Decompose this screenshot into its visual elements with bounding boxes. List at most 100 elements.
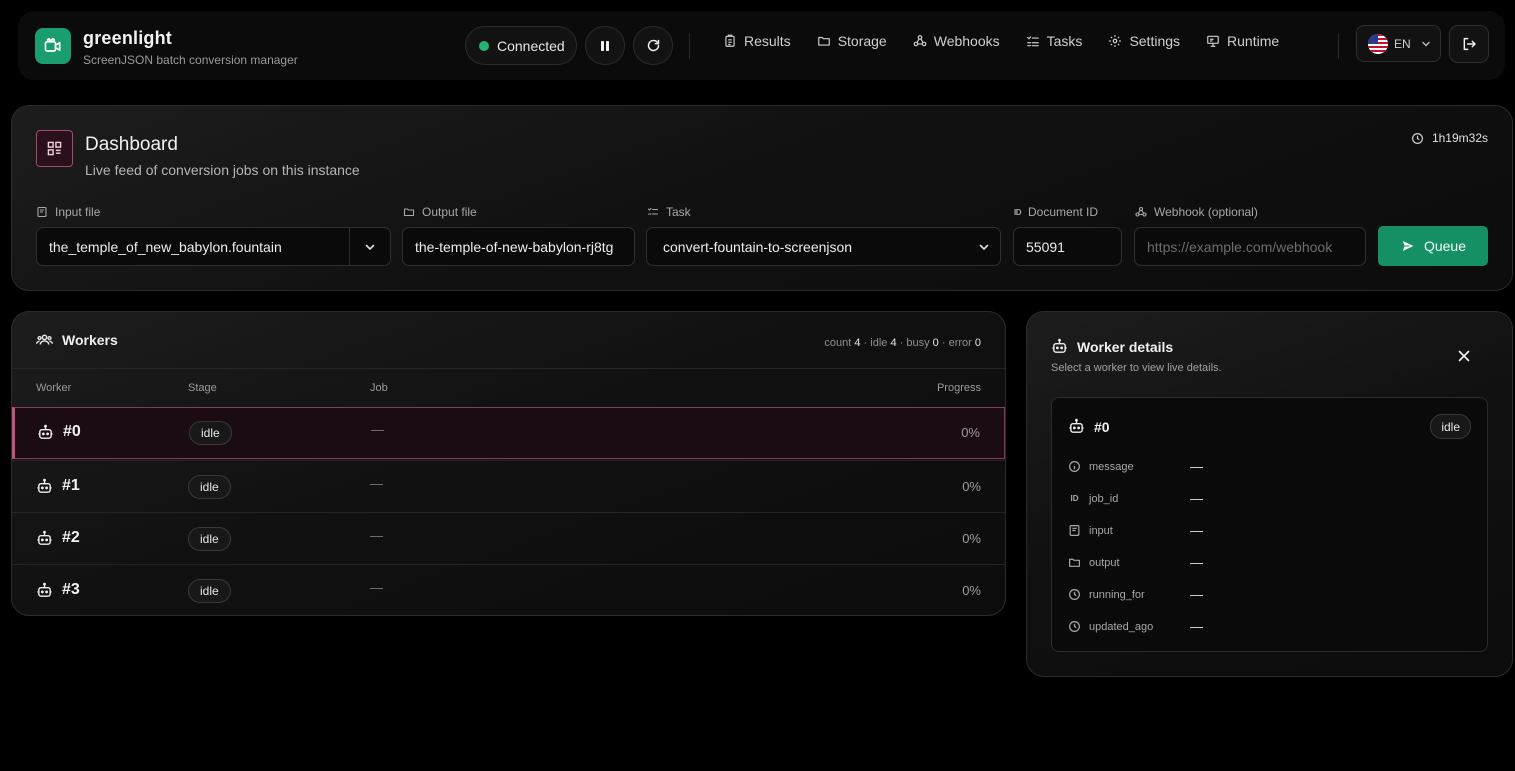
progress-cell: 0% — [962, 479, 981, 494]
chevron-down-icon — [979, 244, 989, 251]
monitor-icon — [1207, 35, 1219, 47]
detail-row-input: input — — [1068, 523, 1203, 538]
nav-webhooks[interactable]: Webhooks — [913, 32, 1000, 50]
worker-details-panel: Worker details Select a worker to view l… — [1026, 311, 1513, 677]
details-title: Worker details — [1077, 338, 1174, 355]
progress-cell: 0% — [962, 583, 981, 598]
nav-storage[interactable]: Storage — [817, 32, 887, 50]
table-row[interactable]: #2 idle — 0% — [12, 512, 1005, 564]
column-header-job: Job — [370, 382, 388, 394]
details-subtitle: Select a worker to view live details. — [1051, 362, 1222, 374]
progress-cell: 0% — [961, 425, 980, 440]
output-file-label: Output file — [403, 205, 477, 219]
job-cell: — — [370, 580, 383, 595]
status-badge: idle — [189, 421, 232, 445]
connection-status: Connected — [465, 26, 577, 65]
robot-icon — [37, 582, 52, 597]
brand-name: greenlight — [83, 28, 173, 48]
dashboard-panel: Dashboard Live feed of conversion jobs o… — [11, 105, 1513, 291]
close-icon — [1458, 350, 1470, 362]
document-id-label: ID Document ID — [1014, 205, 1099, 219]
uptime-value: 1h19m32s — [1431, 131, 1488, 145]
refresh-button[interactable] — [633, 26, 673, 65]
divider — [12, 368, 1005, 369]
chevron-down-icon — [365, 244, 375, 250]
clipboard-icon — [725, 34, 735, 47]
queue-button[interactable]: Queue — [1378, 226, 1488, 266]
task-label: Task — [647, 205, 691, 219]
output-file-input[interactable]: the-temple-of-new-babylon-rj8tg — [402, 227, 635, 266]
folder-icon — [403, 208, 415, 217]
nav-tasks[interactable]: Tasks — [1026, 32, 1082, 50]
webhook-icon — [913, 35, 927, 47]
divider — [1338, 33, 1339, 59]
table-row[interactable]: #3 idle — 0% — [12, 564, 1005, 616]
input-file-select[interactable]: the_temple_of_new_babylon.fountain — [36, 227, 391, 266]
users-icon — [36, 334, 53, 345]
worker-id: #2 — [62, 529, 80, 546]
file-icon — [37, 206, 47, 218]
close-button[interactable] — [1456, 348, 1472, 364]
job-cell: — — [370, 528, 383, 543]
connected-dot-icon — [479, 40, 489, 51]
status-badge: idle — [188, 527, 231, 551]
status-badge: idle — [188, 475, 231, 499]
robot-icon — [37, 530, 52, 545]
robot-icon — [1069, 418, 1084, 433]
chevron-down-icon — [1421, 41, 1430, 46]
connection-label: Connected — [497, 37, 565, 54]
status-badge: idle — [1430, 414, 1471, 439]
column-header-worker: Worker — [36, 382, 72, 394]
language-code: EN — [1394, 36, 1411, 51]
uptime: 1h19m32s — [1411, 131, 1488, 145]
task-select[interactable]: convert-fountain-to-screenjson — [646, 227, 1001, 266]
logout-button[interactable] — [1449, 25, 1489, 63]
detail-row-message: message — — [1068, 459, 1203, 474]
logout-icon — [1463, 37, 1476, 51]
column-header-stage: Stage — [188, 382, 217, 394]
folder-icon — [1069, 558, 1080, 567]
detail-row-updated-ago: updated_ago — — [1068, 619, 1203, 634]
page-title: Dashboard — [85, 134, 178, 155]
clock-icon — [1069, 621, 1080, 632]
list-check-icon — [1026, 36, 1039, 47]
table-row[interactable]: #0 idle — 0% — [12, 407, 1005, 459]
input-file-dropdown-button[interactable] — [349, 228, 390, 265]
robot-icon — [37, 478, 52, 493]
nav-settings[interactable]: Settings — [1108, 32, 1180, 50]
workers-panel: Workers count 4 · idle 4 · busy 0 · erro… — [11, 311, 1006, 616]
webhook-label: Webhook (optional) — [1135, 205, 1258, 219]
status-badge: idle — [188, 579, 231, 603]
input-file-label: Input file — [36, 205, 100, 219]
webhook-input[interactable]: https://example.com/webhook — [1134, 227, 1366, 266]
detail-row-output: output — — [1068, 555, 1203, 570]
pause-icon — [601, 40, 609, 51]
robot-icon — [1052, 338, 1067, 353]
robot-icon — [38, 424, 53, 439]
job-cell: — — [370, 476, 383, 491]
brand-subtitle: ScreenJSON batch conversion manager — [83, 53, 298, 67]
video-camera-icon — [35, 28, 71, 64]
language-select[interactable]: EN — [1356, 25, 1441, 62]
workers-header: Workers — [36, 331, 118, 348]
detail-row-running-for: running_for — — [1068, 587, 1203, 602]
dashboard-grid-icon — [36, 130, 73, 167]
nav-results[interactable]: Results — [723, 32, 791, 50]
page-subtitle: Live feed of conversion jobs on this ins… — [85, 162, 360, 178]
folder-icon — [817, 36, 830, 46]
workers-counts: count 4 · idle 4 · busy 0 · error 0 — [824, 337, 981, 349]
pause-button[interactable] — [585, 26, 625, 65]
info-icon — [1069, 461, 1080, 472]
top-bar: greenlight ScreenJSON batch conversion m… — [18, 11, 1505, 80]
table-row[interactable]: #1 idle — 0% — [12, 460, 1005, 512]
worker-detail-card: #0 idle message — ID job_id — input — out… — [1051, 397, 1488, 652]
workers-title: Workers — [62, 331, 118, 348]
document-id-input[interactable]: 55091 — [1013, 227, 1122, 266]
webhook-icon — [1135, 206, 1147, 217]
clock-icon — [1411, 132, 1423, 144]
detail-worker-id: #0 — [1094, 418, 1110, 435]
clock-icon — [1069, 589, 1080, 600]
worker-id: #1 — [62, 477, 80, 494]
nav-runtime[interactable]: Runtime — [1206, 32, 1279, 50]
progress-cell: 0% — [962, 531, 981, 546]
